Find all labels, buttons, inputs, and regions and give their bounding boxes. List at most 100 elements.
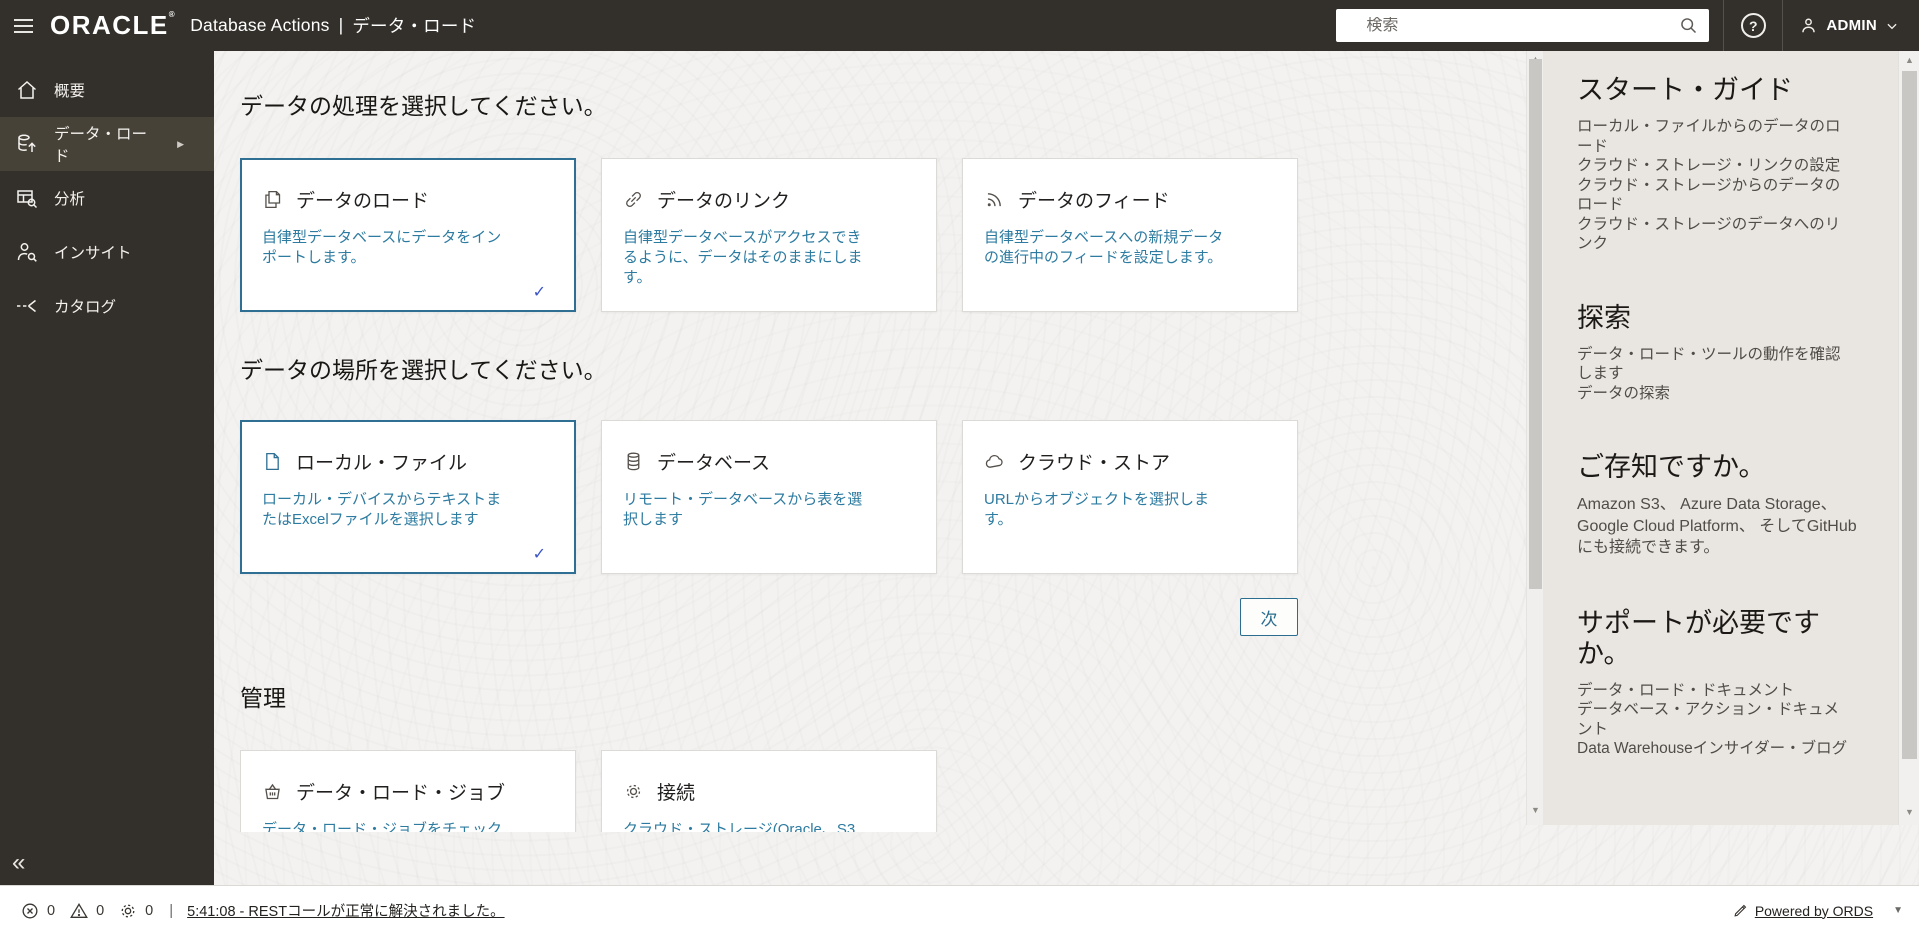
card-cloud-store[interactable]: クラウド・ストア URLからオブジェクトを選択します。 [962, 420, 1298, 574]
section-title-process: データの処理を選択してください。 [240, 87, 607, 121]
global-search[interactable] [1336, 9, 1709, 42]
feed-icon [984, 189, 1005, 210]
card-data-load-jobs[interactable]: データ・ロード・ジョブ データ・ロード・ジョブをチェック [240, 750, 576, 832]
oracle-logo: ORACLE® [50, 10, 176, 41]
page-title: データ・ロード [352, 13, 476, 38]
card-title: データベース [657, 448, 770, 475]
next-button[interactable]: 次 [1240, 598, 1298, 636]
link-icon [623, 189, 644, 210]
help-icon: ? [1741, 13, 1766, 38]
status-message-link[interactable]: 5:41:08 - RESTコールが正常に解決されました。 [187, 900, 504, 921]
help-link[interactable]: クラウド・ストレージのデータへのリンク [1577, 215, 1849, 254]
search-input[interactable] [1366, 17, 1678, 35]
search-icon[interactable] [1678, 15, 1699, 36]
help-heading-getting-started: スタート・ガイド [1577, 75, 1849, 106]
status-divider: | [169, 902, 173, 919]
card-description: URLからオブジェクトを選択します。 [984, 490, 1236, 530]
warnings-icon[interactable] [69, 901, 89, 921]
active-item-arrow-icon: ▶ [177, 139, 184, 150]
sidebar-item-analytics[interactable]: 分析 [0, 171, 214, 225]
sidebar-collapse-button[interactable]: « [12, 851, 25, 875]
card-database[interactable]: データベース リモート・データベースから表を選択します [601, 420, 937, 574]
card-title: クラウド・ストア [1018, 448, 1170, 475]
card-description: 自律型データベースにデータをインポートします。 [262, 228, 514, 268]
card-local-file[interactable]: ローカル・ファイル ローカル・デバイスからテキストまたはExcelファイルを選択… [240, 420, 576, 574]
help-panel-scrollbar[interactable]: ▲ ▼ [1898, 51, 1919, 825]
sidebar: 概要 データ・ロード ▶ 分析 インサイト カタログ « [0, 51, 214, 885]
user-icon [1799, 16, 1818, 35]
user-menu[interactable]: ADMIN [1783, 0, 1919, 51]
help-link[interactable]: データ・ロード・ドキュメント [1577, 681, 1849, 701]
sidebar-item-label: インサイト [54, 241, 132, 263]
card-description: クラウド・ストレージ(Oracle、S3 [623, 820, 875, 832]
help-link[interactable]: Data Warehouseインサイダー・ブログ [1577, 739, 1849, 759]
sidebar-item-catalog[interactable]: カタログ [0, 279, 214, 333]
status-bar: 0 0 0 | 5:41:08 - RESTコールが正常に解決されました。 Po… [0, 885, 1919, 935]
card-description: リモート・データベースから表を選択します [623, 490, 875, 530]
data-load-icon [15, 132, 39, 156]
main-scrollbar-thumb[interactable] [1529, 59, 1542, 589]
cloud-icon [984, 451, 1005, 472]
card-connections[interactable]: 接続 クラウド・ストレージ(Oracle、S3 [601, 750, 937, 832]
catalog-icon [15, 294, 39, 318]
process-cards-row: データのロード 自律型データベースにデータをインポートします。 ✓ データのリン… [240, 158, 1298, 312]
app-header: ORACLE® Database Actions | データ・ロード ? ADM… [0, 0, 1919, 51]
sidebar-item-label: データ・ロード [54, 122, 162, 166]
copy-icon [262, 189, 283, 210]
main-scrollbar[interactable]: ▲ ▼ [1526, 51, 1543, 825]
help-link[interactable]: データベース・アクション・ドキュメント [1577, 700, 1849, 739]
card-description: 自律型データベースがアクセスできるように、データはそのままにします。 [623, 228, 875, 288]
card-title: データのリンク [657, 186, 790, 213]
card-load-data[interactable]: データのロード 自律型データベースにデータをインポートします。 ✓ [240, 158, 576, 312]
powered-by-ords-link[interactable]: Powered by ORDS [1755, 903, 1873, 919]
warnings-count: 0 [96, 903, 104, 919]
card-title: ローカル・ファイル [296, 448, 467, 475]
location-cards-row: ローカル・ファイル ローカル・デバイスからテキストまたはExcelファイルを選択… [240, 420, 1298, 574]
help-panel: スタート・ガイド ローカル・ファイルからのデータのロード クラウド・ストレージ・… [1543, 51, 1898, 825]
selected-check-icon: ✓ [533, 282, 546, 302]
help-link[interactable]: データ・ロード・ツールの動作を確認します [1577, 345, 1849, 384]
processes-gear-icon[interactable] [118, 901, 138, 921]
app-title: Database Actions | データ・ロード [190, 13, 476, 38]
scroll-down-icon[interactable]: ▼ [1899, 807, 1919, 817]
home-icon [15, 78, 39, 102]
sidebar-item-insights[interactable]: インサイト [0, 225, 214, 279]
gear-icon [623, 781, 644, 802]
help-link[interactable]: クラウド・ストレージからのデータのロード [1577, 176, 1849, 215]
help-heading-explore: 探索 [1577, 303, 1849, 334]
scroll-down-icon[interactable]: ▼ [1893, 905, 1903, 916]
sidebar-item-overview[interactable]: 概要 [0, 63, 214, 117]
help-text: Amazon S3、 Azure Data Storage、 Google Cl… [1577, 494, 1865, 559]
card-description: ローカル・デバイスからテキストまたはExcelファイルを選択します [262, 490, 514, 530]
admin-cards-clip: データ・ロード・ジョブ データ・ロード・ジョブをチェック 接続 クラウド・ストレ… [240, 750, 990, 832]
ords-pen-icon [1732, 902, 1749, 919]
errors-icon[interactable] [20, 901, 40, 921]
hamburger-menu-icon[interactable] [0, 0, 46, 51]
help-link[interactable]: ローカル・ファイルからのデータのロード [1577, 117, 1849, 156]
file-icon [262, 451, 283, 472]
admin-cards-row: データ・ロード・ジョブ データ・ロード・ジョブをチェック 接続 クラウド・ストレ… [240, 750, 990, 832]
errors-count: 0 [47, 903, 55, 919]
help-button[interactable]: ? [1724, 0, 1782, 51]
jobs-basket-icon [262, 781, 283, 802]
help-scrollbar-thumb[interactable] [1902, 71, 1917, 759]
card-title: 接続 [657, 778, 695, 805]
help-link[interactable]: クラウド・ストレージ・リンクの設定 [1577, 156, 1849, 176]
card-description: データ・ロード・ジョブをチェック [262, 820, 514, 832]
analytics-icon [15, 186, 39, 210]
card-link-data[interactable]: データのリンク 自律型データベースがアクセスできるように、データはそのままにしま… [601, 158, 937, 312]
insights-icon [15, 240, 39, 264]
title-separator: | [339, 15, 344, 36]
sidebar-item-data-load[interactable]: データ・ロード ▶ [0, 117, 214, 171]
sidebar-item-label: 分析 [54, 187, 85, 209]
card-feed-data[interactable]: データのフィード 自律型データベースへの新規データの進行中のフィードを設定します… [962, 158, 1298, 312]
card-title: データのフィード [1018, 186, 1170, 213]
sidebar-item-label: 概要 [54, 79, 85, 101]
scroll-up-icon[interactable]: ▲ [1899, 55, 1919, 65]
scroll-down-icon[interactable]: ▼ [1527, 805, 1544, 815]
help-link[interactable]: データの探索 [1577, 384, 1849, 404]
chevron-down-icon [1885, 19, 1899, 33]
app-name: Database Actions [190, 15, 329, 36]
processes-count: 0 [145, 903, 153, 919]
card-title: データ・ロード・ジョブ [296, 778, 505, 805]
